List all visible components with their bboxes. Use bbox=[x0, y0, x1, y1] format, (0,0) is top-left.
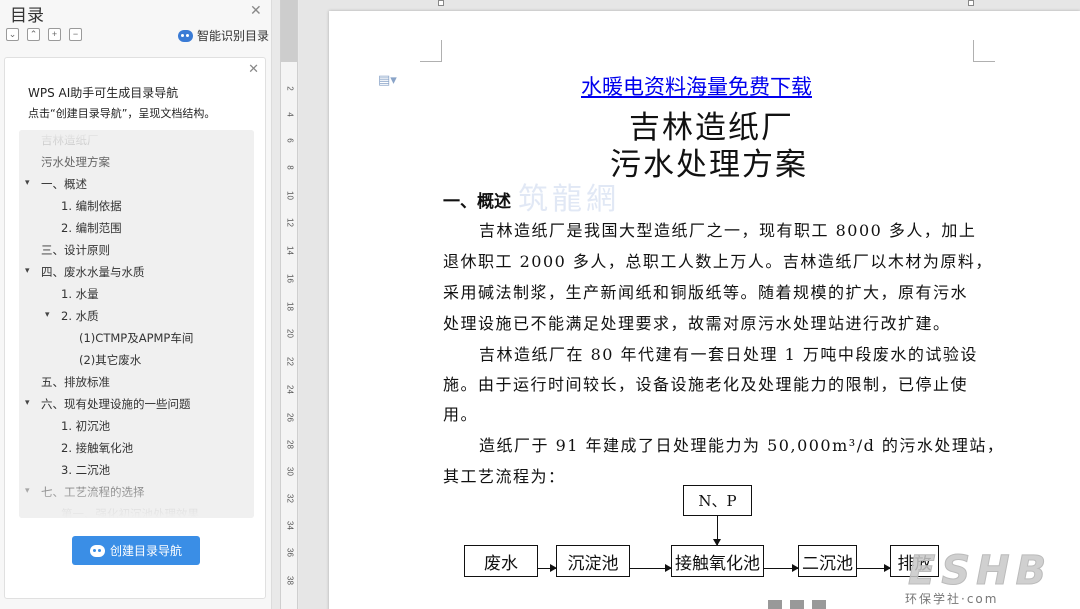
flow-box-np: N、P bbox=[683, 485, 752, 516]
toc-item[interactable]: 2. 接触氧化池 bbox=[61, 440, 133, 456]
remove-level-icon[interactable]: − bbox=[69, 28, 82, 41]
toc-item[interactable]: 1. 水量 bbox=[61, 286, 99, 302]
toc-item[interactable]: 六、现有处理设施的一些问题 bbox=[41, 396, 191, 412]
margin-corner bbox=[420, 40, 442, 62]
ruler-number: 24 bbox=[285, 385, 295, 394]
ruler-number: 18 bbox=[285, 302, 295, 311]
paragraph-line: 吉林造纸厂在 80 年代建有一套日处理 1 万吨中段废水的试验设 bbox=[479, 345, 978, 364]
ai-assistant-icon bbox=[178, 29, 193, 42]
ruler-margin bbox=[281, 0, 297, 62]
toc-item[interactable]: 第一、强化初沉池处理效果 bbox=[61, 506, 199, 518]
flow-box: 沉淀池 bbox=[556, 545, 630, 577]
create-toc-button[interactable]: 创建目录导航 bbox=[72, 536, 200, 565]
margin-corner bbox=[973, 40, 995, 62]
paragraph-line: 退休职工 2000 多人，总职工人数上万人。吉林造纸厂以木材为原料， bbox=[443, 252, 993, 271]
indent-marker[interactable] bbox=[968, 0, 974, 6]
download-link[interactable]: 水暖电资料海量免费下载 bbox=[581, 71, 812, 101]
paragraph-line: 造纸厂于 91 年建成了日处理能力为 50,000m³/d 的污水处理站， bbox=[479, 436, 1005, 455]
add-level-icon[interactable]: + bbox=[48, 28, 61, 41]
chevron-down-icon[interactable]: ▾ bbox=[25, 485, 30, 496]
toc-item[interactable]: 1. 初沉池 bbox=[61, 418, 110, 434]
arrow-right bbox=[764, 564, 799, 572]
watermark-logo: ESHB bbox=[907, 548, 1053, 595]
page-view-icon[interactable] bbox=[768, 600, 782, 609]
flow-box: 接触氧化池 bbox=[671, 545, 764, 577]
ai-hint-line: WPS AI助手可生成目录导航 bbox=[28, 86, 179, 100]
vertical-ruler[interactable]: 2 4 6 8 10 12 14 16 18 20 22 24 26 28 30… bbox=[280, 0, 298, 609]
section-heading: 一、概述 bbox=[443, 192, 511, 212]
ruler-number: 34 bbox=[285, 521, 295, 530]
paragraph-line: 采用碱法制浆，生产新闻纸和铜版纸等。随着规模的扩大，原有污水 bbox=[443, 283, 969, 302]
ruler-number: 2 bbox=[285, 86, 295, 91]
ruler-number: 12 bbox=[285, 218, 295, 227]
ruler-number: 22 bbox=[285, 357, 295, 366]
watermark-logo-sub: 环保学社·com bbox=[905, 592, 999, 606]
chevron-down-icon[interactable]: ▾ bbox=[45, 309, 50, 320]
flow-box: 废水 bbox=[464, 545, 538, 577]
chevron-down-icon[interactable]: ▾ bbox=[25, 265, 30, 276]
ruler-number: 26 bbox=[285, 413, 295, 422]
create-toc-label: 创建目录导航 bbox=[109, 544, 182, 558]
paragraph-line: 吉林造纸厂是我国大型造纸厂之一，现有职工 8000 多人，加上 bbox=[479, 221, 977, 240]
paragraph-line: 其工艺流程为： bbox=[443, 467, 566, 486]
toc-panel: 目录 ✕ ⌄ ⌃ + − 智能识别目录 ✕ WPS AI助手可生成目录导航 点击… bbox=[0, 0, 272, 609]
paragraph-line: 用。 bbox=[443, 405, 479, 424]
ruler-number: 14 bbox=[285, 246, 295, 255]
smart-recognize-button[interactable]: 智能识别目录 bbox=[178, 27, 269, 44]
ruler-number: 10 bbox=[285, 191, 295, 200]
toc-item[interactable]: 吉林造纸厂 bbox=[41, 132, 99, 148]
toc-toolbar: ⌄ ⌃ + − bbox=[6, 28, 82, 42]
paragraph-line: 处理设施已不能满足处理要求，故需对原污水处理站进行改扩建。 bbox=[443, 314, 951, 333]
ruler-number: 16 bbox=[285, 274, 295, 283]
ruler-number: 32 bbox=[285, 494, 295, 503]
ai-assistant-icon bbox=[89, 544, 105, 557]
ruler-number: 4 bbox=[285, 112, 295, 117]
toc-preview: 吉林造纸厂 污水处理方案 ▾ 一、概述 1. 编制依据 2. 编制范围 三、设计… bbox=[19, 130, 254, 518]
toc-item[interactable]: 三、设计原则 bbox=[41, 242, 110, 258]
expand-all-icon[interactable]: ⌃ bbox=[27, 28, 40, 41]
toc-item[interactable]: 七、工艺流程的选择 bbox=[41, 484, 145, 500]
ruler-number: 6 bbox=[285, 138, 295, 143]
toc-item[interactable]: 2. 水质 bbox=[61, 308, 99, 324]
chevron-down-icon[interactable]: ▾ bbox=[25, 177, 30, 188]
close-icon[interactable]: ✕ bbox=[248, 61, 259, 77]
toc-item[interactable]: 一、概述 bbox=[41, 176, 87, 192]
close-icon[interactable]: ✕ bbox=[250, 2, 262, 19]
toc-item[interactable]: 3. 二沉池 bbox=[61, 462, 110, 478]
ruler-number: 20 bbox=[285, 329, 295, 338]
smart-recognize-label: 智能识别目录 bbox=[197, 29, 270, 43]
arrow-down bbox=[713, 516, 721, 546]
ruler-number: 8 bbox=[285, 165, 295, 170]
toc-item[interactable]: 四、废水水量与水质 bbox=[41, 264, 145, 280]
toc-item[interactable]: 五、排放标准 bbox=[41, 374, 110, 390]
ruler-number: 36 bbox=[285, 548, 295, 557]
flow-box: 二沉池 bbox=[798, 545, 857, 577]
ai-hint-line: 点击“创建目录导航”，呈现文档结构。 bbox=[28, 107, 216, 120]
document-icon[interactable]: ▤▾ bbox=[378, 72, 397, 88]
ruler-number: 30 bbox=[285, 467, 295, 476]
toc-item[interactable]: 污水处理方案 bbox=[41, 154, 110, 170]
ai-hint-card: ✕ WPS AI助手可生成目录导航 点击“创建目录导航”，呈现文档结构。 吉林造… bbox=[4, 57, 266, 599]
ruler-number: 38 bbox=[285, 576, 295, 585]
read-view-icon[interactable] bbox=[812, 600, 826, 609]
arrow-right bbox=[857, 564, 891, 572]
outline-view-icon[interactable] bbox=[790, 600, 804, 609]
toc-item[interactable]: (1)CTMP及APMP车间 bbox=[79, 330, 193, 346]
wps-app: 目录 ✕ ⌄ ⌃ + − 智能识别目录 ✕ WPS AI助手可生成目录导航 点击… bbox=[0, 0, 1080, 609]
toc-title: 目录 bbox=[10, 6, 44, 26]
paragraph-line: 施。由于运行时间较长，设备设施老化及处理能力的限制，已停止使 bbox=[443, 375, 969, 394]
arrow-right bbox=[630, 564, 672, 572]
doc-subtitle: 污水处理方案 bbox=[610, 147, 808, 183]
view-mode-icons[interactable] bbox=[768, 600, 826, 609]
ruler-number: 28 bbox=[285, 440, 295, 449]
chevron-down-icon[interactable]: ▾ bbox=[25, 397, 30, 408]
toc-item[interactable]: (2)其它废水 bbox=[79, 352, 141, 368]
collapse-all-icon[interactable]: ⌄ bbox=[6, 28, 19, 41]
arrow-right bbox=[538, 564, 557, 572]
toc-item[interactable]: 2. 编制范围 bbox=[61, 220, 122, 236]
watermark: 筑龍網 bbox=[518, 182, 620, 217]
indent-marker[interactable] bbox=[438, 0, 444, 6]
toc-item[interactable]: 1. 编制依据 bbox=[61, 198, 122, 214]
